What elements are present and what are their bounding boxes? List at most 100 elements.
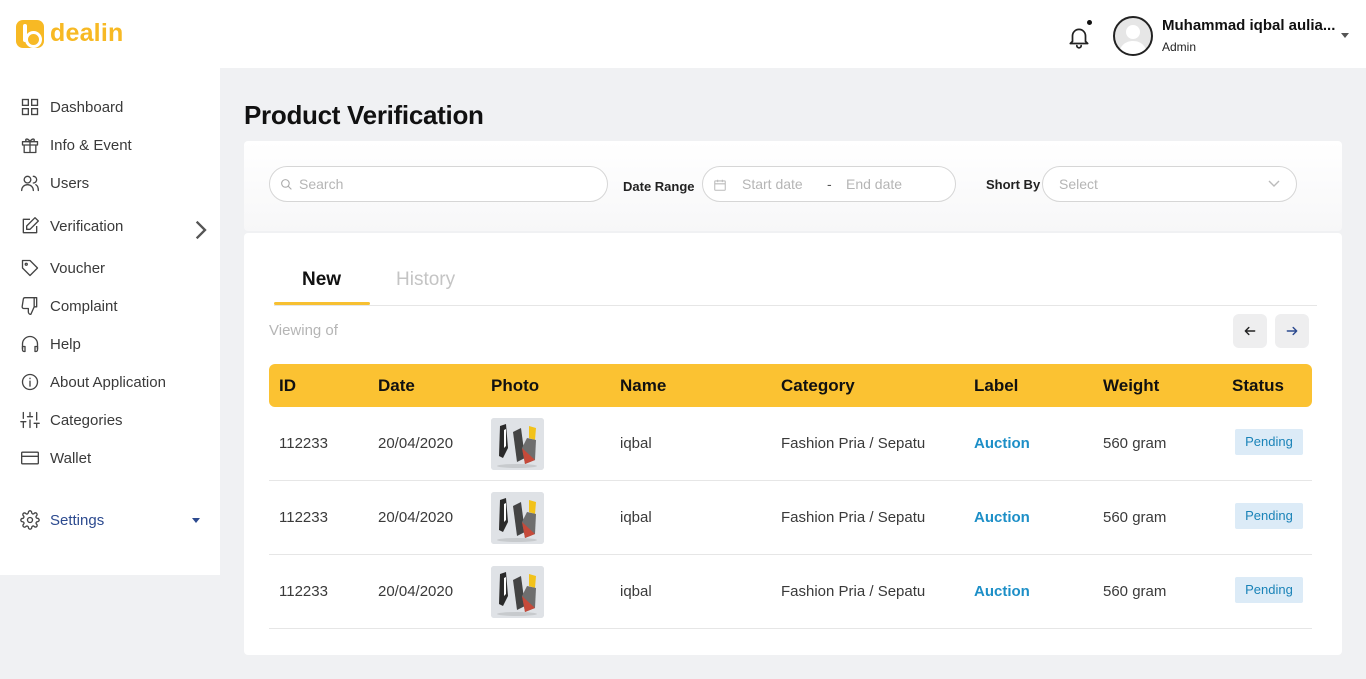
sidebar-item-wallet[interactable]: Wallet xyxy=(20,447,210,469)
info-icon xyxy=(21,373,39,391)
tab-new[interactable]: New xyxy=(302,269,341,291)
date-range-picker[interactable]: Start date - End date xyxy=(702,166,956,202)
product-photo[interactable] xyxy=(491,566,544,618)
next-page-button[interactable] xyxy=(1275,314,1309,348)
viewing-count: Viewing of xyxy=(269,322,338,339)
brand-name: dealin xyxy=(50,19,124,47)
tabs-divider xyxy=(274,305,1317,306)
column-header-label[interactable]: Label xyxy=(974,376,1018,396)
cell-label-link[interactable]: Auction xyxy=(974,509,1030,526)
sidebar: Dashboard Info & Event Users Verificatio… xyxy=(0,68,220,575)
page-title: Product Verification xyxy=(244,100,484,130)
sidebar-item-settings[interactable]: Settings xyxy=(20,509,210,531)
wallet-icon xyxy=(21,451,39,465)
sidebar-item-label: Help xyxy=(50,335,81,353)
status-badge: Pending xyxy=(1235,503,1303,529)
shoe-image-icon xyxy=(491,492,544,544)
prev-page-button[interactable] xyxy=(1233,314,1267,348)
logo-mark-icon xyxy=(16,19,44,48)
search-icon xyxy=(281,178,292,190)
thumbs-down-icon xyxy=(21,297,38,315)
gear-icon xyxy=(20,510,40,530)
tag-icon xyxy=(21,259,39,277)
sidebar-item-label: Complaint xyxy=(50,297,118,315)
column-header-status[interactable]: Status xyxy=(1232,376,1284,396)
table-header: ID Date Photo Name Category Label Weight… xyxy=(269,364,1312,407)
bell-icon[interactable] xyxy=(1066,24,1092,50)
column-header-category[interactable]: Category xyxy=(781,376,855,396)
gift-icon xyxy=(21,138,39,154)
sidebar-item-voucher[interactable]: Voucher xyxy=(20,257,210,279)
shoe-image-icon xyxy=(491,566,544,618)
status-badge: Pending xyxy=(1235,429,1303,455)
user-name[interactable]: Muhammad iqbal aulia... xyxy=(1162,17,1340,34)
product-photo[interactable] xyxy=(491,492,544,544)
headphones-icon xyxy=(21,335,39,353)
sidebar-item-label: Dashboard xyxy=(50,98,124,116)
sidebar-item-categories[interactable]: Categories xyxy=(20,409,210,431)
cell-weight: 560 gram xyxy=(1103,435,1167,452)
column-header-id[interactable]: ID xyxy=(279,376,296,396)
chevron-right-icon xyxy=(195,220,207,240)
cell-category: Fashion Pria / Sepatu xyxy=(781,509,926,526)
arrow-left-icon xyxy=(1244,326,1256,336)
sidebar-item-label: Wallet xyxy=(50,449,92,467)
sidebar-item-help[interactable]: Help xyxy=(20,333,210,355)
calendar-icon xyxy=(714,179,726,191)
caret-down-icon[interactable] xyxy=(1341,33,1349,38)
sidebar-item-dashboard[interactable]: Dashboard xyxy=(20,96,210,118)
sidebar-item-about-application[interactable]: About Application xyxy=(20,371,210,393)
cell-name: iqbal xyxy=(620,583,652,600)
cell-label-link[interactable]: Auction xyxy=(974,435,1030,452)
end-date-input[interactable]: End date xyxy=(846,176,902,192)
avatar[interactable] xyxy=(1113,16,1153,56)
cell-id: 112233 xyxy=(279,509,328,526)
cell-name: iqbal xyxy=(620,435,652,452)
edit-icon xyxy=(22,217,39,234)
product-photo[interactable] xyxy=(491,418,544,470)
dealin-logo[interactable]: dealin xyxy=(16,19,123,48)
cell-weight: 560 gram xyxy=(1103,583,1167,600)
sidebar-item-users[interactable]: Users xyxy=(20,172,210,194)
sidebar-item-label: Verification xyxy=(50,217,124,235)
top-bar: dealin Muhammad iqbal aulia... Admin xyxy=(0,0,1366,68)
column-header-photo[interactable]: Photo xyxy=(491,376,539,396)
column-header-date[interactable]: Date xyxy=(378,376,415,396)
cell-name: iqbal xyxy=(620,509,652,526)
grid-icon xyxy=(21,98,39,116)
filter-bar: Date Range Start date - End date Short B… xyxy=(244,141,1342,231)
column-header-name[interactable]: Name xyxy=(620,376,666,396)
sort-select-value: Select xyxy=(1059,176,1098,192)
sidebar-item-complaint[interactable]: Complaint xyxy=(20,295,210,317)
sidebar-item-label: Info & Event xyxy=(50,136,132,154)
table-row[interactable]: 112233 20/04/2020 iqbal Fashion Pria / S… xyxy=(269,481,1312,555)
active-tab-indicator xyxy=(274,302,370,305)
sidebar-item-label: Voucher xyxy=(50,259,106,277)
user-avatar-icon xyxy=(1119,25,1147,54)
cell-date: 20/04/2020 xyxy=(378,509,454,526)
table-card: New History Viewing of ID Date Photo Nam… xyxy=(244,233,1342,655)
start-date-input[interactable]: Start date xyxy=(742,176,803,192)
cell-id: 112233 xyxy=(279,583,328,600)
sliders-icon xyxy=(20,411,40,429)
sort-by-label: Short By xyxy=(986,177,1041,192)
search-field[interactable] xyxy=(269,166,608,202)
cell-date: 20/04/2020 xyxy=(378,583,454,600)
status-badge: Pending xyxy=(1235,577,1303,603)
sidebar-item-info-event[interactable]: Info & Event xyxy=(20,134,210,156)
sort-select[interactable]: Select xyxy=(1042,166,1297,202)
cell-id: 112233 xyxy=(279,435,328,452)
sidebar-item-verification[interactable]: Verification xyxy=(20,215,210,240)
table-row[interactable]: 112233 20/04/2020 iqbal Fashion Pria / S… xyxy=(269,407,1312,481)
cell-label-link[interactable]: Auction xyxy=(974,583,1030,600)
tab-history[interactable]: History xyxy=(396,269,455,291)
date-separator: - xyxy=(827,176,832,192)
chevron-down-icon xyxy=(1268,180,1280,187)
sidebar-item-label: About Application xyxy=(50,373,166,391)
column-header-weight[interactable]: Weight xyxy=(1103,376,1159,396)
search-input[interactable] xyxy=(299,176,589,192)
sidebar-item-label: Settings xyxy=(50,511,105,529)
table-row[interactable]: 112233 20/04/2020 iqbal Fashion Pria / S… xyxy=(269,555,1312,629)
sidebar-item-label: Users xyxy=(50,174,90,192)
caret-down-icon xyxy=(192,518,200,523)
